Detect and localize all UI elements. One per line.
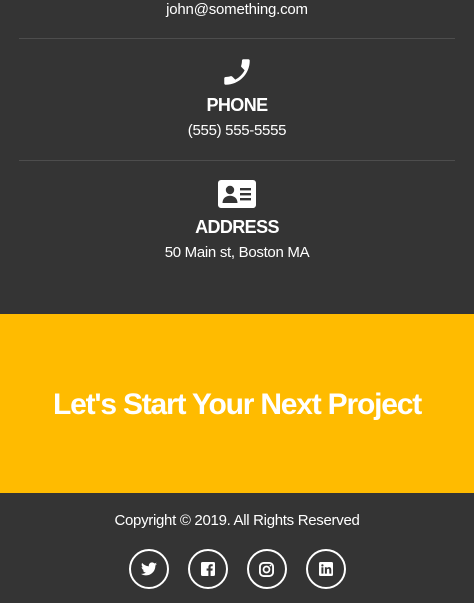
cta-banner: Let's Start Your Next Project	[0, 314, 474, 493]
linkedin-link[interactable]	[305, 549, 346, 589]
divider	[19, 38, 455, 39]
facebook-link[interactable]	[187, 549, 228, 589]
phone-item	[0, 55, 474, 89]
divider	[19, 160, 455, 161]
twitter-link[interactable]	[128, 549, 169, 589]
page: john@something.com PHONE (555) 555-5555	[0, 0, 474, 603]
instagram-icon	[259, 561, 274, 577]
linkedin-icon	[318, 562, 333, 576]
cta-heading: Let's Start Your Next Project	[52, 387, 422, 421]
footer: Copyright © 2019. All Rights Reserved	[0, 493, 474, 603]
social-links	[0, 549, 474, 589]
phone-icon	[220, 55, 254, 89]
phone-title: PHONE	[206, 95, 268, 115]
facebook-icon	[200, 562, 215, 576]
address-card-icon	[218, 179, 256, 209]
instagram-link[interactable]	[246, 549, 287, 589]
address-title: ADDRESS	[195, 217, 279, 237]
address-item	[0, 179, 474, 209]
copyright-text: Copyright © 2019. All Rights Reserved	[114, 512, 360, 529]
twitter-icon	[140, 562, 157, 576]
contact-section: john@something.com PHONE (555) 555-5555	[0, 0, 474, 314]
phone-value[interactable]: (555) 555-5555	[0, 121, 474, 141]
email-text[interactable]: john@something.com	[0, 0, 474, 20]
address-value: 50 Main st, Boston MA	[164, 244, 310, 261]
